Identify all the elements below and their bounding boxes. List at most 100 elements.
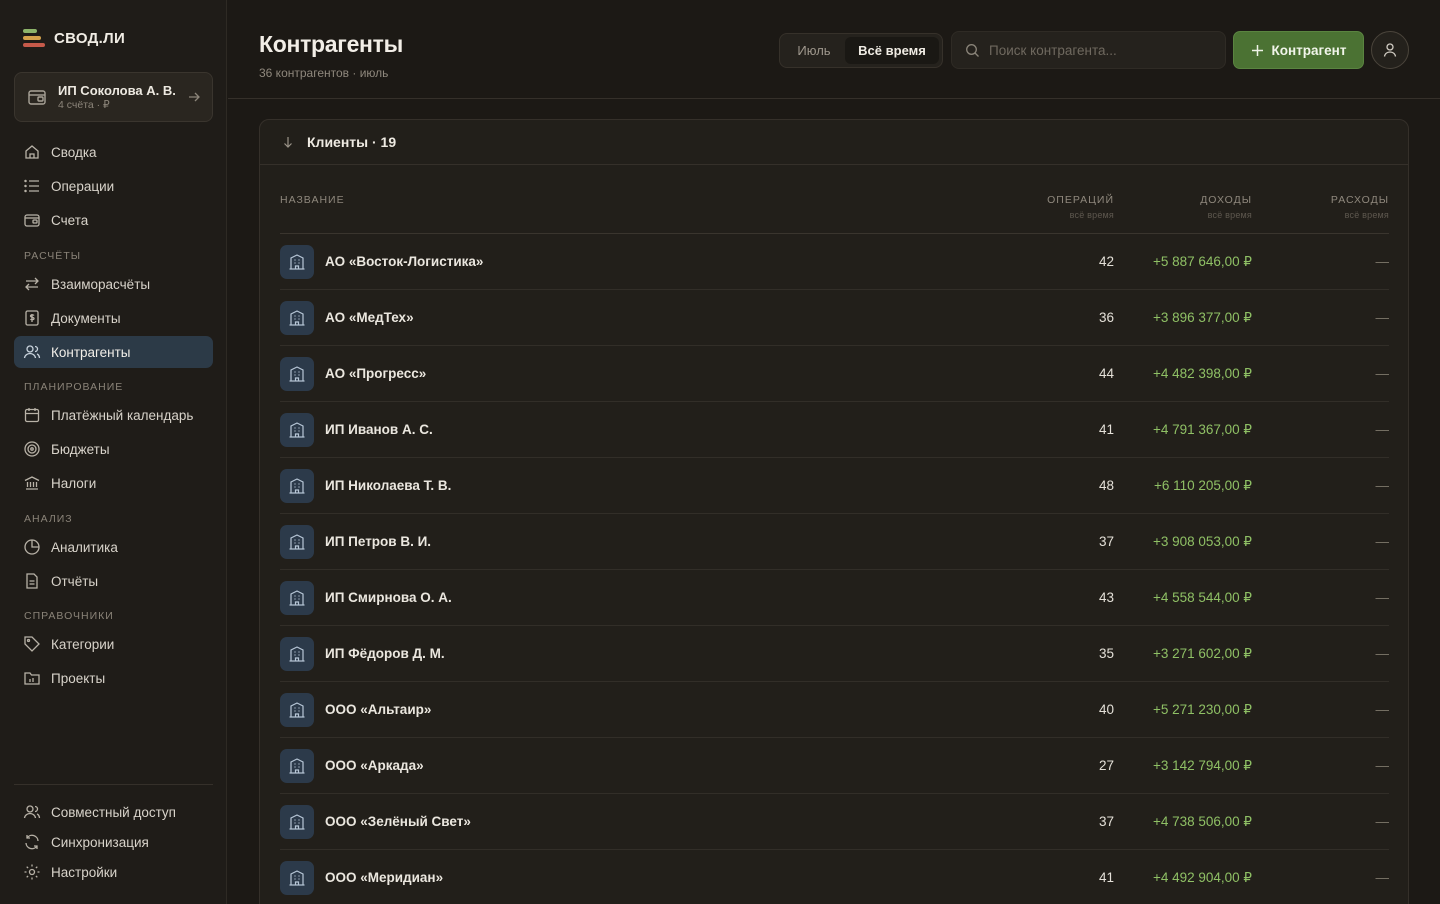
income-amount: +4 492 904,00 ₽ xyxy=(1152,869,1252,885)
sync-icon xyxy=(25,834,39,850)
operations-count: 43 xyxy=(1098,590,1114,605)
operations-count: 27 xyxy=(1098,758,1114,773)
operations-count: 41 xyxy=(1098,870,1114,885)
operations-count: 40 xyxy=(1098,702,1114,717)
column-label: ОПЕРАЦИЙ xyxy=(1047,194,1114,206)
sidebar-item-label: Контрагенты xyxy=(51,344,131,360)
logo-text: СВОД.ЛИ xyxy=(54,29,126,47)
building-icon xyxy=(280,748,314,783)
operations-count: 37 xyxy=(1098,534,1114,549)
table-row[interactable]: ООО «Зелёный Свет» 37 +4 738 506,00 ₽ — xyxy=(280,794,1389,850)
sidebar-item-categories[interactable]: Категории xyxy=(14,628,213,660)
sidebar-item-summary[interactable]: Сводка xyxy=(14,136,213,168)
counterparty-name: ИП Иванов А. С. xyxy=(325,422,433,437)
operations-count: 36 xyxy=(1098,310,1114,325)
avatar[interactable] xyxy=(1371,31,1409,69)
nav-settlements: РАСЧЁТЫ Взаиморасчёты Документы Контраге… xyxy=(14,246,213,368)
sidebar-item-settings[interactable]: Настройки xyxy=(14,856,213,888)
sidebar-item-projects[interactable]: Проекты xyxy=(14,662,213,694)
sidebar-item-settlements[interactable]: Взаиморасчёты xyxy=(14,268,213,300)
account-sub: 4 счёта · ₽ xyxy=(58,98,110,111)
column-header-expense[interactable]: РАСХОДЫ всё время xyxy=(1331,194,1389,220)
users-icon xyxy=(23,345,41,359)
account-switcher[interactable]: ИП Соколова А. В. 4 счёта · ₽ xyxy=(14,72,213,122)
income-amount: +5 271 230,00 ₽ xyxy=(1152,701,1252,717)
sidebar-item-label: Синхронизация xyxy=(51,834,149,850)
sidebar-item-budgets[interactable]: Бюджеты xyxy=(14,433,213,465)
sidebar-item-counterparties[interactable]: Контрагенты xyxy=(14,336,213,368)
sidebar-item-sync[interactable]: Синхронизация xyxy=(14,826,213,858)
sidebar-item-taxes[interactable]: Налоги xyxy=(14,467,213,499)
column-header-income[interactable]: ДОХОДЫ всё время xyxy=(1200,194,1252,220)
nav-bottom: Совместный доступ Синхронизация Настройк… xyxy=(14,796,213,888)
gear-icon xyxy=(24,864,40,880)
sidebar-item-analytics[interactable]: Аналитика xyxy=(14,531,213,563)
building-icon xyxy=(280,860,314,895)
page-subtitle: 36 контрагентов · июль xyxy=(259,66,389,80)
group-header[interactable]: Клиенты · 19 xyxy=(260,120,1408,165)
expense-amount: — xyxy=(1375,478,1390,493)
counterparty-name: ООО «Аркада» xyxy=(325,758,424,773)
sidebar-item-label: Сводка xyxy=(51,144,97,160)
sidebar-item-reports[interactable]: Отчёты xyxy=(14,565,213,597)
section-title: СПРАВОЧНИКИ xyxy=(24,610,114,622)
table-row[interactable]: АО «Прогресс» 44 +4 482 398,00 ₽ — xyxy=(280,346,1389,402)
sidebar-item-label: Взаиморасчёты xyxy=(51,276,151,292)
group-title: Клиенты · 19 xyxy=(307,134,397,150)
expense-amount: — xyxy=(1375,422,1390,437)
column-header-ops[interactable]: ОПЕРАЦИЙ всё время xyxy=(1047,194,1114,220)
column-header-name[interactable]: НАЗВАНИЕ xyxy=(280,194,345,206)
home-icon xyxy=(25,145,39,159)
table-header: НАЗВАНИЕ ОПЕРАЦИЙ всё время ДОХОДЫ всё в… xyxy=(280,180,1389,234)
sidebar-item-payment-calendar[interactable]: Платёжный календарь xyxy=(14,399,213,431)
sidebar-item-label: Документы xyxy=(51,310,121,326)
sidebar-item-label: Операции xyxy=(51,178,115,194)
table-row[interactable]: АО «Восток-Логистика» 42 +5 887 646,00 ₽ — xyxy=(280,234,1389,290)
income-amount: +4 482 398,00 ₽ xyxy=(1152,365,1252,381)
operations-count: 35 xyxy=(1098,646,1114,661)
period-month-button[interactable]: Июль xyxy=(783,37,845,64)
table-row[interactable]: ИП Николаева Т. В. 48 +6 110 205,00 ₽ — xyxy=(280,458,1389,514)
nav-references: СПРАВОЧНИКИ Категории Проекты xyxy=(14,606,213,694)
income-amount: +3 908 053,00 ₽ xyxy=(1152,533,1252,549)
expense-amount: — xyxy=(1375,366,1390,381)
table-row[interactable]: АО «МедТех» 36 +3 896 377,00 ₽ — xyxy=(280,290,1389,346)
sidebar: СВОД.ЛИ ИП Соколова А. В. 4 счёта · ₽ Св… xyxy=(0,0,227,904)
column-label: РАСХОДЫ xyxy=(1330,194,1389,206)
search-input[interactable] xyxy=(989,42,1209,58)
add-counterparty-button[interactable]: Контрагент xyxy=(1233,31,1364,69)
table-row[interactable]: ООО «Альтаир» 40 +5 271 230,00 ₽ — xyxy=(280,682,1389,738)
income-amount: +3 896 377,00 ₽ xyxy=(1152,309,1252,325)
table-row[interactable]: ИП Иванов А. С. 41 +4 791 367,00 ₽ — xyxy=(280,402,1389,458)
table-row[interactable]: ИП Петров В. И. 37 +3 908 053,00 ₽ — xyxy=(280,514,1389,570)
target-icon xyxy=(24,441,40,457)
swap-icon xyxy=(25,277,39,291)
logo[interactable]: СВОД.ЛИ xyxy=(23,28,125,48)
building-icon xyxy=(280,580,314,615)
sidebar-item-accounts[interactable]: Счета xyxy=(14,204,213,236)
building-icon xyxy=(280,356,314,391)
expense-amount: — xyxy=(1375,310,1390,325)
account-name: ИП Соколова А. В. xyxy=(58,82,176,98)
sidebar-item-label: Налоги xyxy=(51,475,97,491)
sidebar-item-documents[interactable]: Документы xyxy=(14,302,213,334)
table-row[interactable]: ООО «Меридиан» 41 +4 492 904,00 ₽ — xyxy=(280,850,1389,904)
nav-planning: ПЛАНИРОВАНИЕ Платёжный календарь Бюджеты… xyxy=(14,377,213,499)
table-row[interactable]: ООО «Аркада» 27 +3 142 794,00 ₽ — xyxy=(280,738,1389,794)
operations-count: 42 xyxy=(1098,254,1114,269)
building-icon xyxy=(280,300,314,335)
bank-icon xyxy=(24,476,40,490)
period-all-time-button[interactable]: Всё время xyxy=(845,37,939,64)
sidebar-divider xyxy=(14,784,213,785)
user-icon xyxy=(1383,43,1397,57)
building-icon xyxy=(280,412,314,447)
operations-count: 41 xyxy=(1098,422,1114,437)
sidebar-item-label: Платёжный календарь xyxy=(51,407,194,423)
expense-amount: — xyxy=(1375,758,1390,773)
column-label: ДОХОДЫ xyxy=(1200,194,1252,206)
sidebar-item-sharing[interactable]: Совместный доступ xyxy=(14,796,213,828)
table-row[interactable]: ИП Смирнова О. А. 43 +4 558 544,00 ₽ — xyxy=(280,570,1389,626)
table-row[interactable]: ИП Фёдоров Д. М. 35 +3 271 602,00 ₽ — xyxy=(280,626,1389,682)
document-dollar-icon xyxy=(25,310,39,326)
sidebar-item-operations[interactable]: Операции xyxy=(14,170,213,202)
